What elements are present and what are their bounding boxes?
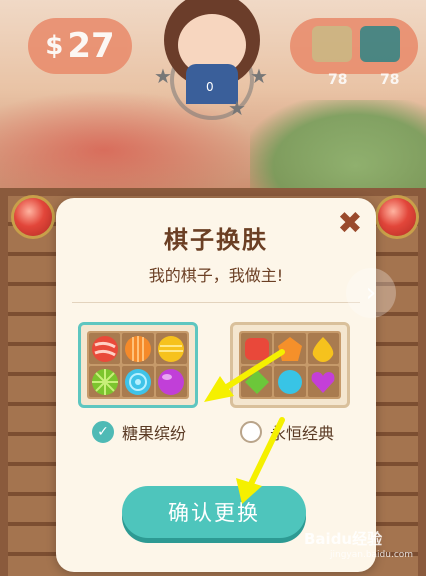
red-square-piece-icon	[244, 337, 269, 360]
skin-card-classic[interactable]	[230, 322, 350, 408]
grid-cell	[241, 366, 273, 397]
watermark: Baidu经验	[304, 530, 383, 548]
orange-candy-icon	[124, 335, 151, 362]
resource1-count: 78	[328, 72, 348, 88]
grid-cell	[89, 333, 121, 364]
grid-cell	[241, 333, 273, 364]
grid-cell	[89, 366, 121, 397]
purple-candy-icon	[158, 368, 185, 395]
close-icon[interactable]: ✖	[336, 209, 364, 239]
yellow-drop-piece-icon	[313, 336, 334, 362]
skin-change-dialog: 棋子换肤 我的棋子，我做主! ✖ ✓ 糖果缤纷 永恒经典 确认更换	[56, 198, 376, 572]
coin-count: 27	[67, 26, 115, 66]
red-swirl-candy-icon	[91, 335, 118, 362]
star-icon: ★	[228, 96, 246, 120]
confirm-button[interactable]: 确认更换	[122, 486, 306, 538]
option-label-classic: 永恒经典	[270, 424, 335, 443]
grid-cell	[155, 333, 187, 364]
grid-cell	[307, 333, 339, 364]
chevron-right-icon[interactable]: ›	[346, 268, 396, 318]
grid-cell	[122, 333, 154, 364]
skin-card-candy[interactable]	[78, 322, 198, 408]
grid-cell	[155, 366, 187, 397]
star-icon: ★	[154, 64, 172, 88]
grid-cell	[274, 333, 306, 364]
resource-panel: 78 78	[290, 18, 418, 88]
dialog-title: 棋子换肤	[164, 226, 268, 254]
divider	[72, 302, 360, 303]
purple-heart-piece-icon	[311, 371, 335, 393]
dollar-icon: $	[45, 31, 64, 61]
orange-pentagon-piece-icon	[277, 336, 302, 361]
board-candy-piece	[14, 198, 52, 236]
star-icon: ★	[250, 64, 268, 88]
green-candy-icon	[91, 368, 118, 395]
green-diamond-piece-icon	[244, 369, 269, 394]
option-classic[interactable]: 永恒经典	[240, 420, 334, 444]
dialog-subtitle: 我的棋子，我做主!	[148, 266, 284, 285]
yellow-candy-icon	[158, 335, 185, 362]
avatar-level: 0	[206, 80, 214, 94]
grid-cell	[274, 366, 306, 397]
option-label-candy: 糖果缤纷	[122, 424, 187, 443]
blue-candy-icon	[124, 368, 151, 395]
avatar[interactable]: ★ ★ ★ 0	[150, 0, 274, 120]
watermark-sub: jingyan.baidu.com	[330, 550, 414, 560]
grid-cell	[307, 366, 339, 397]
skin-preview-grid	[87, 331, 189, 399]
wood-item-icon	[312, 26, 352, 62]
grid-cell	[122, 366, 154, 397]
skin-preview-grid	[239, 331, 341, 399]
coin-counter: $ 27	[28, 18, 132, 74]
blue-circle-piece-icon	[277, 369, 302, 394]
option-candy[interactable]: ✓ 糖果缤纷	[92, 420, 186, 444]
checkbox-checked-icon[interactable]: ✓	[92, 421, 114, 443]
resource2-count: 78	[380, 72, 400, 88]
board-candy-piece	[378, 198, 416, 236]
checkbox-unchecked-icon[interactable]	[240, 421, 262, 443]
teal-item-icon	[360, 26, 400, 62]
